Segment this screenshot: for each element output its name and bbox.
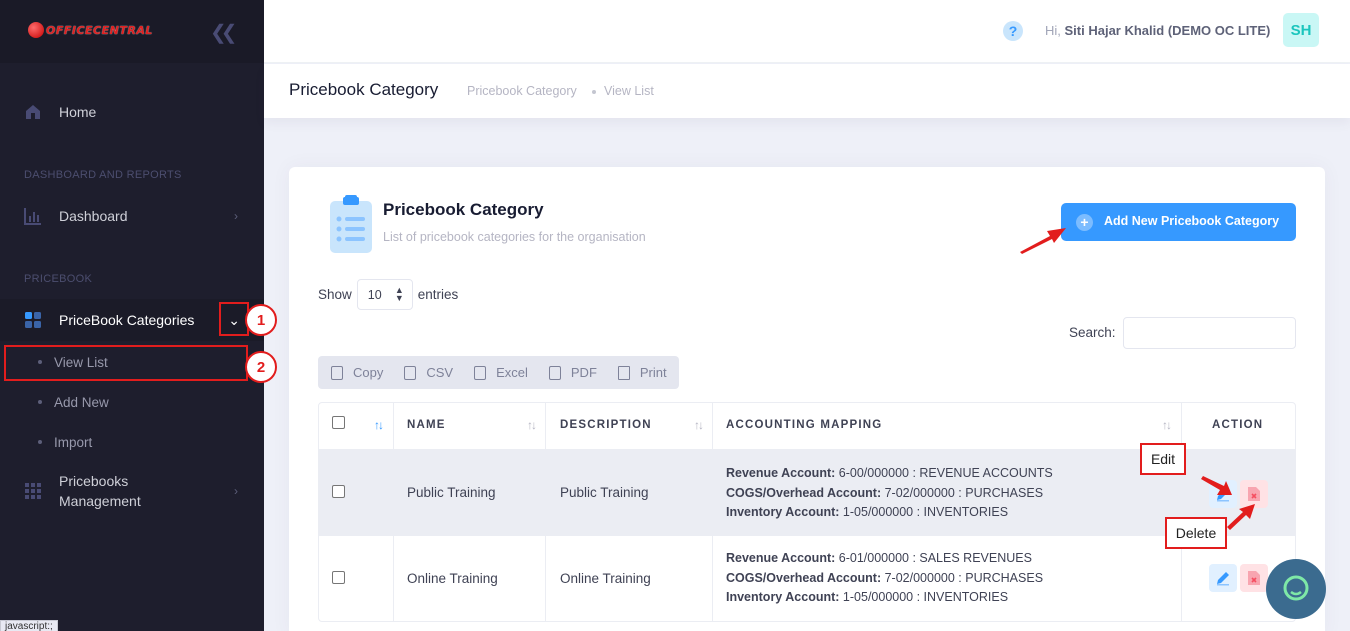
delete-callout: Delete [1165,517,1227,549]
chat-widget-button[interactable] [1266,559,1326,619]
arrow-to-edit [1201,476,1232,495]
chat-bubble-icon [1283,575,1309,601]
annotation-arrows [1020,228,1255,530]
arrow-to-add-button [1020,228,1066,254]
edit-callout: Edit [1140,443,1186,475]
arrow-to-delete [1227,504,1255,530]
